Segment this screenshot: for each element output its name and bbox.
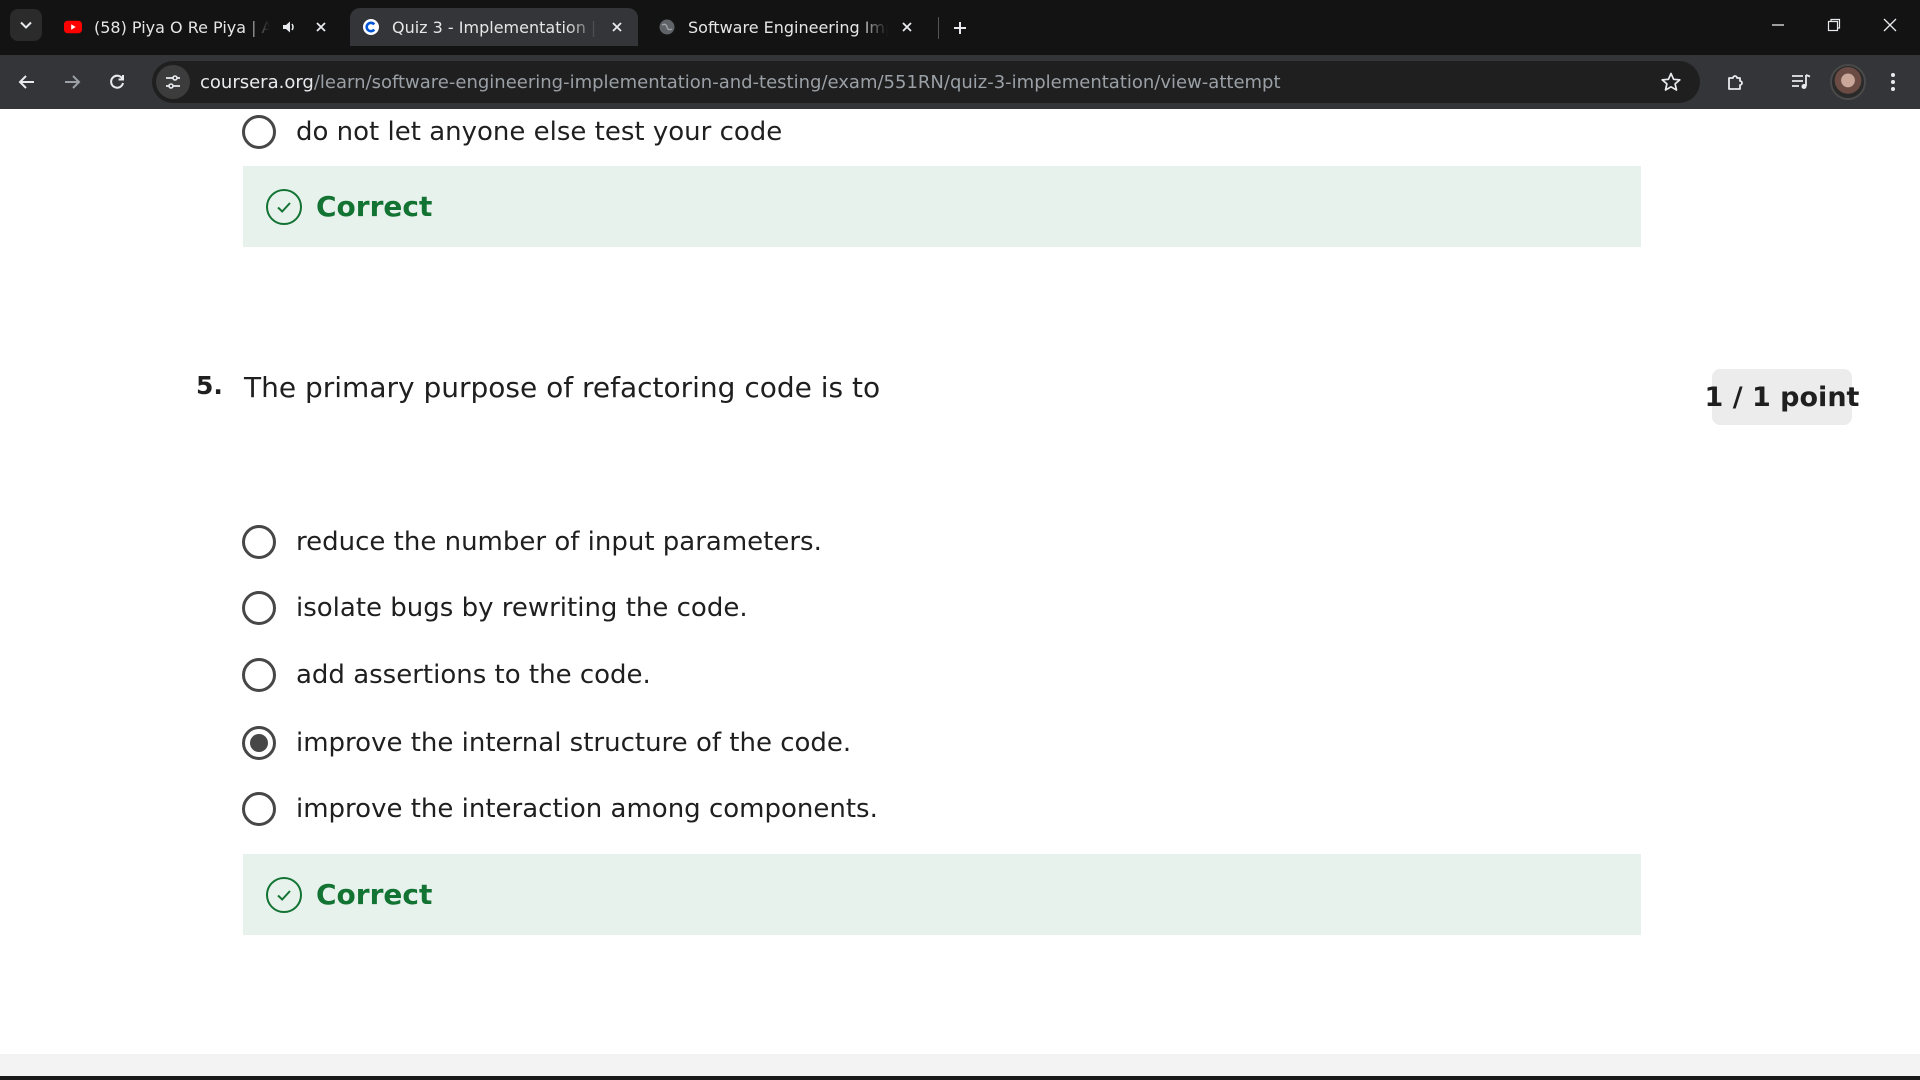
question-feedback: Correct [243,854,1641,935]
queue-music-icon [1792,74,1811,89]
feedback-label: Correct [316,878,433,911]
globe-icon [658,18,676,36]
reload-icon [110,74,124,89]
check-circle-icon [266,188,302,225]
answer-option-4[interactable]: improve the internal structure of the co… [242,723,851,763]
more-vertical-icon [1891,73,1895,91]
radio-button[interactable] [242,792,276,826]
url-path: /learn/software-engineering-implementati… [313,71,1281,93]
tab-search-button[interactable] [10,9,42,41]
feedback-label: Correct [316,190,433,223]
minimize-icon [1772,24,1784,26]
speaker-icon[interactable] [280,18,298,36]
option-label: improve the interaction among components… [296,794,878,824]
option-label: do not let anyone else test your code [296,117,783,147]
profile-avatar[interactable] [1830,64,1866,100]
option-label: add assertions to the code. [296,660,651,690]
option-label: improve the internal structure of the co… [296,728,852,758]
tab-title: (58) Piya O Re Piya | Atif Aslam [94,17,270,37]
close-icon[interactable] [898,18,916,36]
bookmark-button[interactable] [1654,65,1688,99]
close-icon[interactable] [608,18,626,36]
youtube-icon [64,18,82,36]
answer-option-2[interactable]: isolate bugs by rewriting the code. [242,588,748,628]
back-button[interactable] [9,64,45,100]
arrow-right-icon [65,75,81,89]
arrow-left-icon [18,75,34,89]
tab-title: Quiz 3 - Implementation | Coursera [392,17,598,37]
prev-question-feedback: Correct [243,166,1641,247]
extensions-button[interactable] [1718,64,1754,100]
option-label: isolate bugs by rewriting the code. [296,593,748,623]
tab-strip: (58) Piya O Re Piya | Atif Aslam Quiz 3 … [0,0,1920,55]
tune-icon [166,75,180,89]
radio-button[interactable] [242,525,276,559]
answer-option-5[interactable]: improve the interaction among components… [242,789,878,829]
radio-dot [250,734,268,752]
url-text: coursera.org/learn/software-engineering-… [200,72,1281,93]
option-label: reduce the number of input parameters. [296,527,822,557]
answer-option-1[interactable]: reduce the number of input parameters. [242,522,822,562]
url-host: coursera.org [200,71,314,93]
prev-question-option[interactable]: do not let anyone else test your code [242,112,782,152]
radio-button[interactable] [242,115,276,149]
browser-toolbar: coursera.org/learn/software-engineering-… [0,55,1920,109]
question-number: 5. [196,371,223,400]
restore-icon [1827,18,1841,32]
close-window-button[interactable] [1862,0,1918,50]
tab-title: Software Engineering Implementation [688,17,888,37]
radio-button[interactable] [242,658,276,692]
media-controls-button[interactable] [1783,64,1819,100]
check-circle-icon [266,876,302,913]
star-icon [1661,72,1681,91]
radio-button-selected[interactable] [242,726,276,760]
reload-button[interactable] [99,64,135,100]
page-footer-strip [0,1054,1920,1080]
close-icon[interactable] [312,18,330,36]
minimize-button[interactable] [1750,0,1806,50]
new-tab-button[interactable] [944,12,976,44]
tab-coursera-quiz[interactable]: Quiz 3 - Implementation | Coursera [350,8,638,46]
points-badge: 1 / 1 point [1705,369,1859,425]
plus-icon [954,22,966,34]
tab-software-engineering[interactable]: Software Engineering Implementation [646,8,928,46]
close-icon [1883,18,1897,32]
address-bar[interactable]: coursera.org/learn/software-engineering-… [152,61,1700,103]
quiz-page: do not let anyone else test your code Co… [0,109,1920,1054]
forward-button[interactable] [54,64,90,100]
restore-button[interactable] [1806,0,1862,50]
coursera-icon [362,18,380,36]
question-text: The primary purpose of refactoring code … [244,371,881,404]
radio-button[interactable] [242,591,276,625]
puzzle-icon [1728,75,1743,90]
menu-button[interactable] [1875,64,1911,100]
tab-separator [938,17,939,39]
answer-option-3[interactable]: add assertions to the code. [242,655,651,695]
site-info-button[interactable] [156,65,190,99]
chevron-down-icon [20,21,32,29]
tab-youtube[interactable]: (58) Piya O Re Piya | Atif Aslam [52,8,342,46]
